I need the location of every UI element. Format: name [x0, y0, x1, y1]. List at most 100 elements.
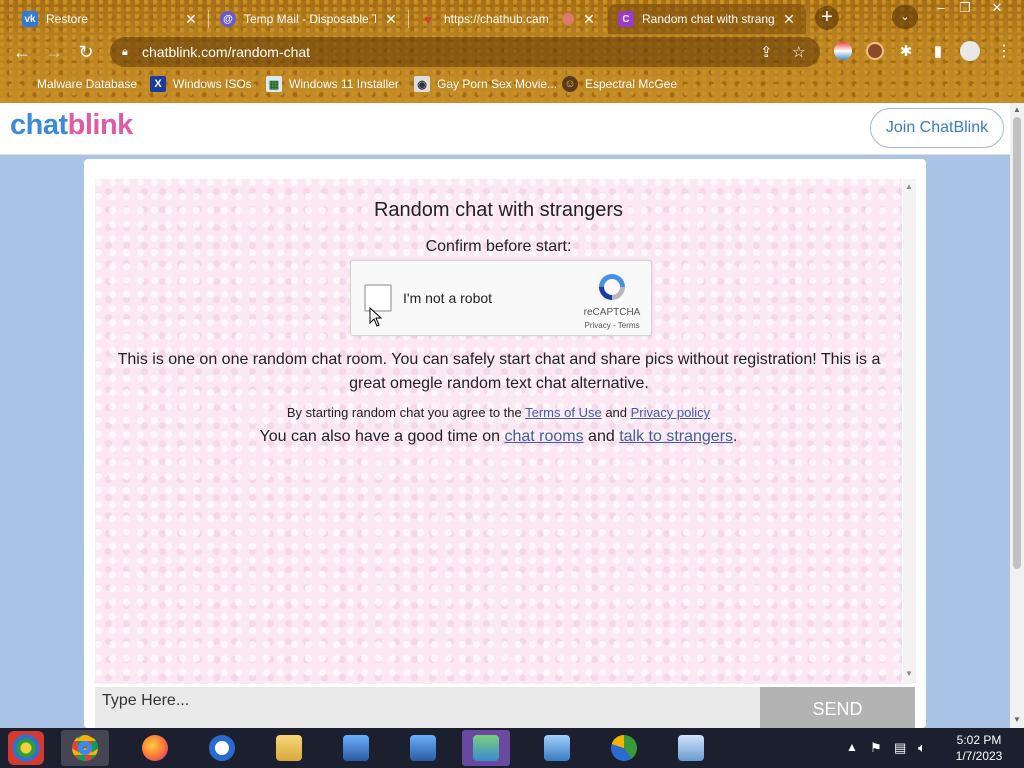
- bookmark-blank-icon: [16, 76, 30, 92]
- sidepanel-icon[interactable]: ▮: [926, 40, 950, 64]
- profile-icon[interactable]: [960, 41, 980, 61]
- close-icon[interactable]: ✕: [782, 11, 796, 28]
- message-input[interactable]: [95, 687, 760, 715]
- scroll-up-icon[interactable]: ▲: [905, 182, 913, 191]
- recaptcha-links: Privacy - Terms: [573, 321, 651, 330]
- keyboard-icon: [678, 735, 704, 761]
- scrollbar-thumb[interactable]: [1013, 117, 1021, 569]
- taskbar-chrome[interactable]: [61, 730, 109, 766]
- installer-icon: ▦: [266, 76, 282, 92]
- puzzle-icon[interactable]: ✱: [894, 40, 918, 64]
- taskbar-opera[interactable]: [198, 730, 246, 766]
- taskbar-users[interactable]: [462, 730, 510, 766]
- site-icon: ◉: [414, 76, 430, 92]
- logo-part-blink: blink: [67, 109, 134, 141]
- recaptcha-label: I'm not a robot: [403, 290, 493, 306]
- x-icon: X: [150, 76, 166, 92]
- tab-separator: [208, 10, 209, 28]
- network-app-icon: [343, 735, 369, 761]
- tab-strip: vk Restore ✕ @ Temp Mail - Disposable Te…: [0, 0, 1024, 34]
- recaptcha-brand: reCAPTCHA: [583, 307, 641, 318]
- also-and: and: [583, 428, 620, 445]
- extension-flag-icon[interactable]: [834, 42, 852, 60]
- back-icon[interactable]: ←: [10, 40, 34, 64]
- bookmark-label: Gay Porn Sex Movie...: [437, 77, 558, 91]
- chatblink-logo[interactable]: chatblink: [10, 109, 133, 142]
- bookmark-windows-11-installer[interactable]: ▦ Windows 11 Installer: [266, 76, 399, 92]
- browser-icon: [611, 735, 637, 761]
- menu-kebab-icon[interactable]: ⋮: [992, 40, 1016, 64]
- network-app-icon: [410, 735, 436, 761]
- restore-window-button[interactable]: ❐: [950, 0, 980, 18]
- tray-expand-icon[interactable]: ▲: [846, 740, 858, 754]
- taskbar-photos[interactable]: [533, 730, 581, 766]
- agreement-and: and: [601, 405, 631, 420]
- tempmail-icon: @: [220, 11, 236, 27]
- close-icon[interactable]: ✕: [384, 11, 398, 28]
- close-icon[interactable]: ✕: [582, 11, 596, 28]
- chat-rooms-link[interactable]: chat rooms: [504, 428, 583, 445]
- taskbar-network-2[interactable]: [399, 730, 447, 766]
- taskbar-firefox[interactable]: [131, 730, 179, 766]
- chat-title: Random chat with strangers: [373, 199, 623, 221]
- taskbar-explorer[interactable]: [265, 730, 313, 766]
- browser-chrome: vk Restore ✕ @ Temp Mail - Disposable Te…: [0, 0, 1024, 103]
- tab-title: Random chat with strange: [642, 12, 774, 26]
- scroll-down-icon[interactable]: ▼: [1013, 715, 1021, 724]
- clock-date: 1/7/2023: [955, 749, 1003, 763]
- star-icon[interactable]: ☆: [792, 43, 805, 61]
- network-icon[interactable]: ▤: [894, 740, 906, 756]
- bookmark-label: Espectral McGee: [585, 77, 678, 91]
- avatar-icon: ☺: [562, 76, 578, 92]
- chat-scrollbar[interactable]: ▲ ▼: [903, 179, 916, 684]
- extension-avatar-icon[interactable]: [866, 42, 884, 60]
- recaptcha-terms-link[interactable]: Terms: [618, 321, 640, 330]
- join-chatblink-button[interactable]: Join ChatBlink: [870, 108, 1004, 148]
- share-icon[interactable]: ⇪: [760, 43, 773, 61]
- taskbar: ▲ ⚑ ▤ 🔈︎ 5:02 PM 1/7/2023: [0, 728, 1024, 768]
- terms-of-use-link[interactable]: Terms of Use: [525, 405, 602, 420]
- page-scrollbar[interactable]: ▲ ▼: [1010, 103, 1024, 728]
- site-header: chatblink Join ChatBlink: [0, 103, 1010, 155]
- bookmark-espectral-mcgee[interactable]: ☺ Espectral McGee: [562, 76, 677, 92]
- tab-restore[interactable]: vk Restore ✕: [12, 4, 208, 34]
- close-icon[interactable]: ✕: [184, 11, 198, 28]
- recaptcha-privacy-link[interactable]: Privacy: [585, 321, 611, 330]
- send-button[interactable]: SEND: [760, 687, 915, 728]
- tab-separator: [408, 10, 409, 28]
- tab-chathub[interactable]: ♥ https://chathub.cam ✕: [410, 4, 606, 34]
- agreement-text: By starting random chat you agree to the…: [95, 405, 902, 420]
- mouse-pointer-icon: [369, 307, 383, 327]
- close-window-button[interactable]: ✕: [982, 0, 1012, 18]
- flag-icon[interactable]: ⚑: [870, 740, 882, 756]
- scroll-up-icon[interactable]: ▲: [1013, 105, 1021, 114]
- start-button[interactable]: [8, 731, 44, 765]
- address-bar[interactable]: 🔒︎ chatblink.com/random-chat ⇪ ☆: [110, 37, 820, 67]
- scroll-down-icon[interactable]: ▼: [905, 669, 913, 678]
- bookmark-windows-isos[interactable]: X Windows ISOs: [150, 76, 252, 92]
- tab-title: Restore: [46, 12, 89, 26]
- photo-icon: [544, 735, 570, 761]
- taskbar-network[interactable]: [332, 730, 380, 766]
- forward-icon[interactable]: →: [42, 40, 66, 64]
- tab-search-button[interactable]: ⌄: [892, 5, 918, 29]
- talk-to-strangers-link[interactable]: talk to strangers: [619, 428, 733, 445]
- tab-random-chat[interactable]: C Random chat with strange ✕: [608, 4, 806, 34]
- also-text: You can also have a good time on chat ro…: [95, 428, 902, 446]
- new-tab-button[interactable]: +: [815, 6, 839, 30]
- volume-icon[interactable]: 🔈︎: [918, 740, 926, 756]
- reload-icon[interactable]: ↻: [74, 40, 98, 64]
- privacy-policy-link[interactable]: Privacy policy: [631, 405, 710, 420]
- logo-part-chat: chat: [10, 109, 68, 141]
- taskbar-browser[interactable]: [600, 730, 648, 766]
- bookmark-site[interactable]: ◉ Gay Porn Sex Movie...: [414, 76, 557, 92]
- bookmark-malware-database[interactable]: Malware Database: [16, 76, 137, 92]
- clock[interactable]: 5:02 PM 1/7/2023: [944, 732, 1014, 764]
- bookmark-label: Windows 11 Installer: [289, 77, 399, 91]
- agreement-prefix: By starting random chat you agree to the: [286, 405, 526, 420]
- tab-temp-mail[interactable]: @ Temp Mail - Disposable Te ✕: [210, 4, 408, 34]
- url-text[interactable]: chatblink.com/random-chat: [142, 44, 310, 60]
- chrome-icon: [72, 735, 98, 761]
- taskbar-keyboard[interactable]: [667, 730, 715, 766]
- browser-toolbar: ← → ↻ 🔒︎ chatblink.com/random-chat ⇪ ☆ ✱…: [0, 34, 1024, 70]
